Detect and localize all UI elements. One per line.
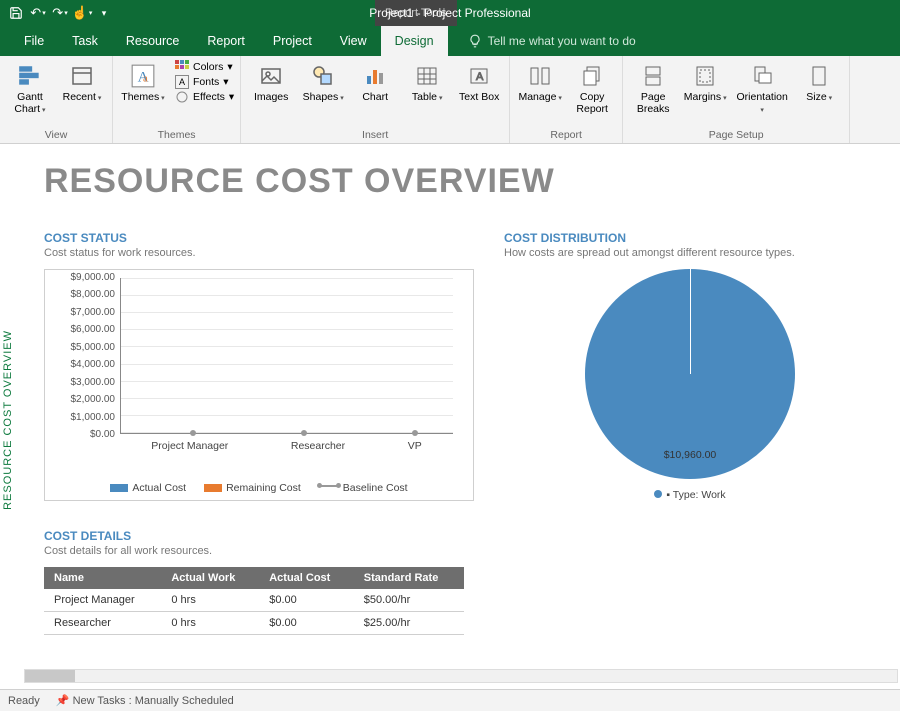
- tell-me-label: Tell me what you want to do: [488, 34, 636, 48]
- lightbulb-icon: [468, 34, 482, 48]
- ribbon-group-label-page-setup: Page Setup: [629, 127, 843, 141]
- bars: [121, 278, 453, 433]
- margins-button[interactable]: Margins ▾: [681, 60, 729, 127]
- statusbar: Ready 📌 New Tasks : Manually Scheduled: [0, 689, 900, 711]
- x-axis-labels: Project ManagerResearcherVP: [120, 440, 453, 452]
- quick-access-toolbar: ↶▾ ↷▾ ☝▾ ▾: [0, 3, 120, 23]
- margins-icon: [691, 62, 719, 90]
- copy-report-button[interactable]: Copy Report: [568, 60, 616, 127]
- menu-report[interactable]: Report: [193, 26, 259, 56]
- section-head-cost-details: COST DETAILS: [44, 529, 876, 543]
- pin-icon: 📌: [56, 695, 70, 707]
- table-row[interactable]: Project Manager0 hrs$0.00$50.00/hr: [44, 589, 464, 612]
- side-report-label: RESOURCE COST OVERVIEW: [2, 330, 14, 510]
- menu-design[interactable]: Design: [381, 26, 448, 56]
- fonts-icon: A: [175, 75, 189, 89]
- fonts-button[interactable]: AFonts ▾: [175, 75, 234, 89]
- text-box-button[interactable]: AText Box: [455, 60, 503, 127]
- undo-icon[interactable]: ↶▾: [28, 3, 48, 23]
- gantt-chart-button[interactable]: Gantt Chart ▾: [6, 60, 54, 127]
- cost-details-section: COST DETAILS Cost details for all work r…: [20, 511, 900, 635]
- touch-mode-icon[interactable]: ☝▾: [72, 3, 92, 23]
- menu-file[interactable]: File: [10, 26, 58, 56]
- cost-distribution-chart[interactable]: $10,960.00 ▪ Type: Work: [504, 259, 876, 511]
- menubar: File Task Resource Report Project View D…: [0, 26, 900, 56]
- section-sub-cost-distribution: How costs are spread out amongst differe…: [504, 247, 876, 259]
- orientation-icon: [748, 62, 776, 90]
- ribbon-group-label-report: Report: [516, 127, 616, 141]
- colors-button[interactable]: Colors ▾: [175, 60, 234, 74]
- images-button[interactable]: Images: [247, 60, 295, 127]
- size-icon: [805, 62, 833, 90]
- manage-button[interactable]: Manage ▾: [516, 60, 564, 127]
- y-axis-labels: $9,000.00$8,000.00$7,000.00$6,000.00$5,0…: [55, 272, 115, 440]
- ribbon-group-insert: Images Shapes ▾ Chart Table ▾ AText Box …: [241, 56, 510, 143]
- cost-distribution-section: COST DISTRIBUTION How costs are spread o…: [504, 231, 876, 511]
- chart-icon: [361, 62, 389, 90]
- table-row[interactable]: Researcher0 hrs$0.00$25.00/hr: [44, 612, 464, 635]
- ribbon-group-label-view: View: [6, 127, 106, 141]
- menu-resource[interactable]: Resource: [112, 26, 194, 56]
- recent-button[interactable]: Recent ▾: [58, 60, 106, 127]
- section-head-cost-distribution: COST DISTRIBUTION: [504, 231, 876, 245]
- table-icon: [413, 62, 441, 90]
- window-title: Project1 - Project Professional: [369, 6, 530, 20]
- page-title: RESOURCE COST OVERVIEW: [20, 144, 900, 211]
- images-icon: [257, 62, 285, 90]
- shapes-icon: [309, 62, 337, 90]
- save-icon[interactable]: [6, 3, 26, 23]
- copy-icon: [578, 62, 606, 90]
- page-breaks-icon: [639, 62, 667, 90]
- text-box-icon: A: [465, 62, 493, 90]
- manage-icon: [526, 62, 554, 90]
- menu-view[interactable]: View: [326, 26, 381, 56]
- table-button[interactable]: Table ▾: [403, 60, 451, 127]
- section-sub-cost-status: Cost status for work resources.: [44, 247, 474, 259]
- cost-details-table: NameActual WorkActual CostStandard Rate …: [44, 567, 464, 635]
- status-ready: Ready: [8, 695, 40, 707]
- svg-text:a: a: [143, 72, 148, 84]
- chart-button[interactable]: Chart: [351, 60, 399, 127]
- section-head-cost-status: COST STATUS: [44, 231, 474, 245]
- effects-icon: [175, 90, 189, 104]
- svg-text:A: A: [476, 71, 484, 83]
- ribbon-group-label-insert: Insert: [247, 127, 503, 141]
- cost-status-section: COST STATUS Cost status for work resourc…: [44, 231, 474, 511]
- themes-button[interactable]: Aa Themes ▾: [119, 60, 167, 127]
- horizontal-scrollbar[interactable]: [24, 669, 898, 683]
- page-breaks-button[interactable]: Page Breaks: [629, 60, 677, 127]
- qa-customize-icon[interactable]: ▾: [94, 3, 114, 23]
- ribbon-group-report: Manage ▾ Copy Report Report: [510, 56, 623, 143]
- ribbon-group-view: Gantt Chart ▾ Recent ▾ View: [0, 56, 113, 143]
- ribbon-group-page-setup: Page Breaks Margins ▾ Orientation ▾ Size…: [623, 56, 850, 143]
- status-new-tasks: 📌 New Tasks : Manually Scheduled: [56, 694, 234, 707]
- redo-icon[interactable]: ↷▾: [50, 3, 70, 23]
- colors-icon: [175, 60, 189, 74]
- size-button[interactable]: Size ▾: [795, 60, 843, 127]
- ribbon-group-themes: Aa Themes ▾ Colors ▾ AFonts ▾ Effects ▾ …: [113, 56, 241, 143]
- orientation-button[interactable]: Orientation ▾: [733, 60, 791, 127]
- shapes-button[interactable]: Shapes ▾: [299, 60, 347, 127]
- cost-status-chart[interactable]: $9,000.00$8,000.00$7,000.00$6,000.00$5,0…: [44, 269, 474, 501]
- ribbon: Gantt Chart ▾ Recent ▾ View Aa Themes ▾ …: [0, 56, 900, 144]
- themes-icon: Aa: [129, 62, 157, 90]
- ribbon-group-label-themes: Themes: [119, 127, 234, 141]
- menu-task[interactable]: Task: [58, 26, 112, 56]
- tell-me-search[interactable]: Tell me what you want to do: [468, 34, 636, 48]
- pie-value-label: $10,960.00: [664, 449, 717, 461]
- recent-icon: [68, 62, 96, 90]
- gantt-icon: [16, 62, 44, 90]
- titlebar: ↶▾ ↷▾ ☝▾ ▾ Report Tools Project1 - Proje…: [0, 0, 900, 26]
- bar-chart-legend: Actual CostRemaining CostBaseline Cost: [55, 478, 463, 496]
- pie-legend: ▪ Type: Work: [654, 489, 725, 501]
- effects-button[interactable]: Effects ▾: [175, 90, 234, 104]
- section-sub-cost-details: Cost details for all work resources.: [44, 545, 876, 557]
- menu-project[interactable]: Project: [259, 26, 326, 56]
- report-canvas: RESOURCE COST OVERVIEW COST STATUS Cost …: [20, 144, 900, 681]
